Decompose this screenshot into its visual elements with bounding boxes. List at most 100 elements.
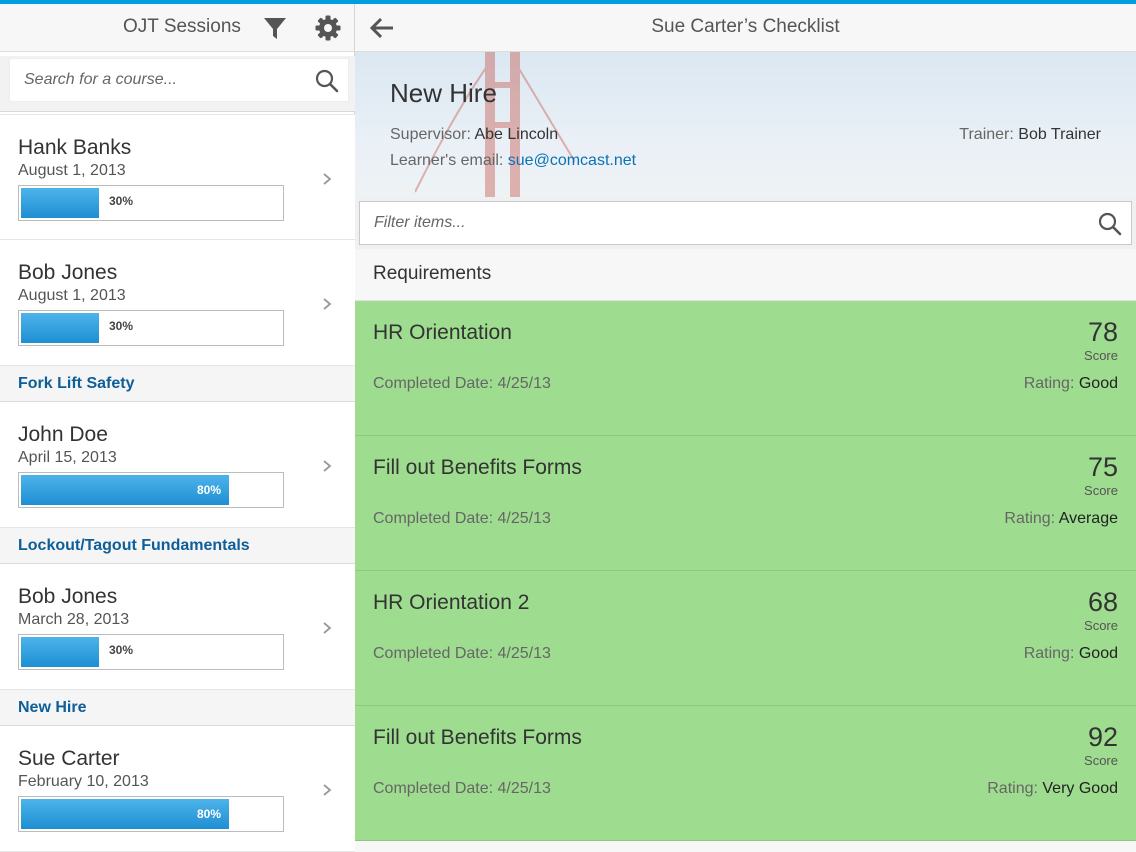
learner-name: John Doe [18,423,108,446]
email-attribute: Learner's email: sue@comcast.net [390,152,636,170]
completed-label: Completed Date: [373,645,494,662]
trainer-attribute: Trainer: Bob Trainer [959,126,1101,144]
score-value: 75 [1087,452,1118,482]
list-item[interactable]: John Doe April 15, 2013 80% [0,402,355,528]
progress-fill [21,188,99,218]
progress-indicator: 30% [18,310,284,346]
completed-date: Completed Date: 4/25/13 [373,645,551,663]
rating-label: Rating: [1023,645,1075,662]
completed-value: 4/25/13 [497,780,551,797]
rating-value: Very Good [1042,780,1118,797]
score-value: 92 [1087,722,1118,752]
score-value: 68 [1087,587,1118,617]
rating-value: Good [1078,375,1118,392]
completed-label: Completed Date: [373,780,494,797]
score-value: 78 [1087,317,1118,347]
group-header-lockout-tagout: Lockout/Tagout Fundamentals [0,528,355,564]
search-icon[interactable] [1097,211,1123,237]
rating-value: Average [1058,510,1118,527]
trainer-value: Bob Trainer [1018,126,1101,143]
supervisor-label: Supervisor: [390,126,471,143]
chevron-right-icon [320,458,334,474]
learner-name: Bob Jones [18,585,118,608]
group-header-new-hire: New Hire [0,690,355,726]
requirement-name: Fill out Benefits Forms [373,456,582,479]
progress-fill: 80% [21,799,229,829]
session-date: August 1, 2013 [18,287,126,304]
master-header: OJT Sessions [0,4,354,52]
score-label: Score [1084,753,1118,768]
object-header: New Hire Supervisor: Abe Lincoln Learner… [355,52,1136,197]
course-search-field[interactable] [9,58,349,102]
bridge-background-image [415,52,575,197]
learner-name: Sue Carter [18,747,120,770]
master-title: OJT Sessions [123,16,241,37]
supervisor-attribute: Supervisor: Abe Lincoln [390,126,558,144]
object-title: New Hire [390,78,497,108]
group-header-fork-lift-safety: Fork Lift Safety [0,366,355,402]
score-label: Score [1084,618,1118,633]
requirement-name: HR Orientation 2 [373,591,530,614]
completed-label: Completed Date: [373,375,494,392]
score-label: Score [1084,483,1118,498]
progress-indicator: 30% [18,634,284,670]
filter-bar [355,197,1136,249]
list-item[interactable]: Bob Jones August 1, 2013 30% [0,240,355,366]
completed-label: Completed Date: [373,510,494,527]
session-list: Hank Banks August 1, 2013 30% Bob Jones … [0,114,355,852]
requirement-item[interactable]: HR Orientation 2 Completed Date: 4/25/13… [355,571,1136,706]
chevron-right-icon [320,782,334,798]
learner-name: Bob Jones [18,261,118,284]
list-item[interactable]: Hank Banks August 1, 2013 30% [0,114,355,240]
session-date: August 1, 2013 [18,162,126,179]
completed-date: Completed Date: 4/25/13 [373,510,551,528]
search-icon[interactable] [314,68,340,94]
progress-label: 80% [196,807,221,821]
email-label: Learner's email: [390,152,504,169]
supervisor-value: Abe Lincoln [474,126,559,143]
master-pane: OJT Sessions Search for a course... Hank… [0,4,355,852]
chevron-right-icon [320,296,334,312]
email-link[interactable]: sue@comcast.net [508,152,636,169]
detail-pane: Sue Carter’s Checklist New Hire Supervis… [355,4,1136,852]
progress-label: 80% [196,483,221,497]
filter-input[interactable] [360,202,1060,244]
requirement-item[interactable]: HR Orientation Completed Date: 4/25/13 7… [355,301,1136,436]
progress-indicator: 80% [18,472,284,508]
rating-label: Rating: [987,780,1038,797]
score-label: Score [1084,348,1118,363]
session-date: March 28, 2013 [18,611,130,628]
completed-value: 4/25/13 [497,510,551,527]
progress-fill: 80% [21,475,229,505]
progress-indicator: 30% [18,185,284,221]
requirement-item[interactable]: Fill out Benefits Forms Completed Date: … [355,436,1136,571]
completed-date: Completed Date: 4/25/13 [373,780,551,798]
rating: Rating: Average [1004,510,1118,528]
completed-value: 4/25/13 [497,375,551,392]
rating-value: Good [1078,645,1118,662]
detail-header: Sue Carter’s Checklist [355,4,1136,52]
trainer-label: Trainer: [959,126,1014,143]
progress-fill [21,637,99,667]
requirement-item[interactable]: Fill out Benefits Forms Completed Date: … [355,706,1136,841]
detail-title: Sue Carter’s Checklist [651,16,840,37]
progress-indicator: 80% [18,796,284,832]
list-item[interactable]: Sue Carter February 10, 2013 80% [0,726,355,852]
filter-field[interactable] [359,201,1132,245]
course-search-input[interactable] [10,59,300,101]
progress-label: 30% [109,643,134,657]
chevron-right-icon [320,171,334,187]
chevron-right-icon [320,620,334,636]
list-item[interactable]: Bob Jones March 28, 2013 30% [0,564,355,690]
requirements-header: Requirements [355,249,1136,301]
rating: Rating: Very Good [987,780,1118,798]
filter-icon[interactable] [261,14,289,42]
rating: Rating: Good [1024,645,1118,663]
session-date: February 10, 2013 [18,773,149,790]
gear-icon[interactable] [314,14,342,42]
rating-label: Rating: [1023,375,1075,392]
session-date: April 15, 2013 [18,449,117,466]
completed-date: Completed Date: 4/25/13 [373,375,551,393]
requirement-name: Fill out Benefits Forms [373,726,582,749]
completed-value: 4/25/13 [497,645,551,662]
